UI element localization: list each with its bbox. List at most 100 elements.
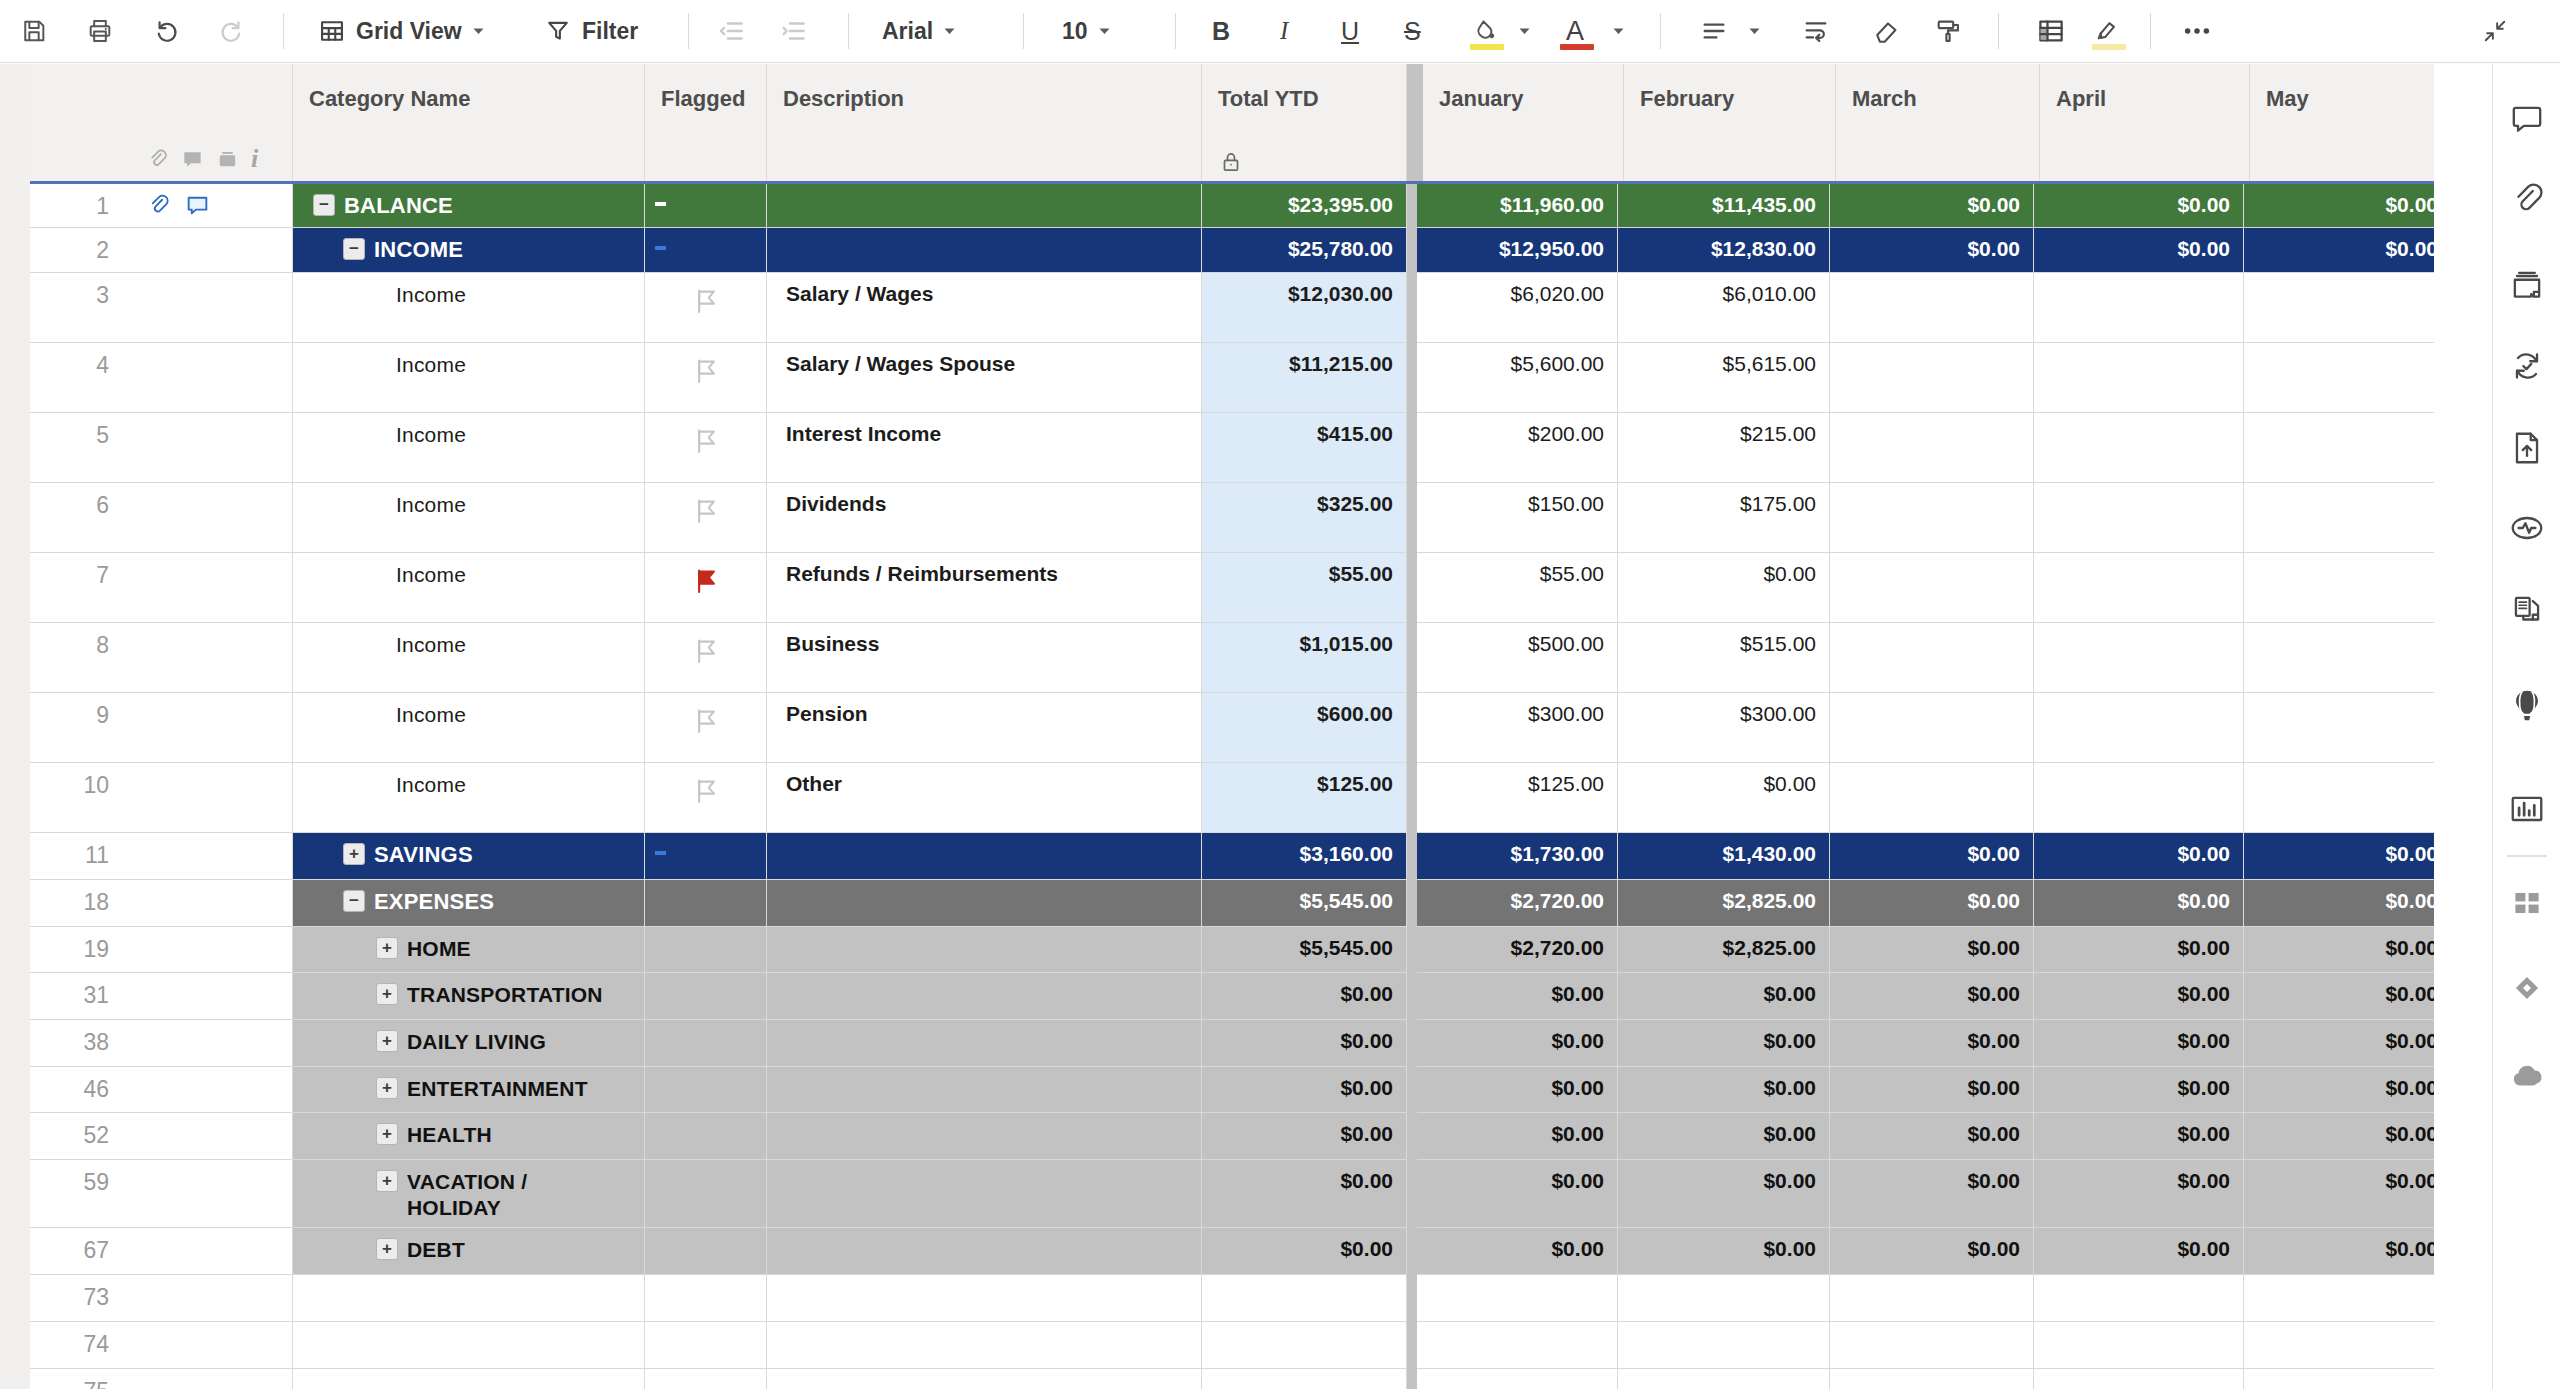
cell-feb[interactable]: $0.00 [1618,1113,1830,1160]
cell-may[interactable]: $0.00 [2244,1160,2434,1228]
cell-total-ytd[interactable]: $5,545.00 [1202,927,1407,973]
cell-apr[interactable] [2034,273,2244,343]
cell-jan[interactable]: $12,950.00 [1417,228,1618,273]
cell-description[interactable] [767,1113,1202,1160]
row-number[interactable]: 18 [0,880,293,927]
cell-total-ytd[interactable]: $0.00 [1202,1113,1407,1160]
cell-flagged[interactable] [645,1020,767,1067]
cell-total-ytd[interactable]: $23,395.00 [1202,184,1407,228]
row-number[interactable]: 1 [0,184,293,228]
row-gutter-header[interactable]: i [0,64,293,181]
cell-apr[interactable] [2034,1322,2244,1369]
cell-flagged[interactable] [645,833,767,880]
clear-format-button[interactable] [1872,0,1900,62]
cell-mar[interactable] [1830,1369,2034,1389]
cell-jan[interactable]: $0.00 [1417,973,1618,1020]
cell-feb[interactable] [1618,1322,1830,1369]
cell-mar[interactable]: $0.00 [1830,927,2034,973]
cell-category[interactable]: Income [293,483,645,553]
cell-category[interactable]: Income [293,273,645,343]
cell-may[interactable]: $0.00 [2244,880,2434,927]
flag-icon-red[interactable] [645,553,766,595]
cell-flagged[interactable] [645,693,767,763]
cell-description[interactable]: Other [767,763,1202,833]
cell-mar[interactable]: $0.00 [1830,1160,2034,1228]
cell-flagged[interactable] [645,483,767,553]
row-number[interactable]: 38 [0,1020,293,1067]
sidebar-whats-new-icon[interactable] [2508,687,2546,725]
cell-may[interactable] [2244,1369,2434,1389]
cell-format-button[interactable] [2036,0,2066,62]
cell-feb[interactable]: $0.00 [1618,763,1830,833]
sidebar-charts-icon[interactable] [2508,791,2546,829]
cell-apr[interactable]: $0.00 [2034,1067,2244,1113]
cell-feb[interactable]: $2,825.00 [1618,927,1830,973]
column-header-ytd[interactable]: Total YTD [1202,64,1407,181]
redo-button[interactable] [218,0,246,62]
cell-category[interactable]: +HOME [293,927,645,973]
cell-mar[interactable] [1830,553,2034,623]
cell-flagged[interactable] [645,1067,767,1113]
cell-apr[interactable] [2034,623,2244,693]
cell-apr[interactable] [2034,693,2244,763]
strikethrough-button[interactable]: S [1404,0,1421,62]
cell-description[interactable] [767,833,1202,880]
cell-jan[interactable]: $2,720.00 [1417,927,1618,973]
cell-jan[interactable]: $1,730.00 [1417,833,1618,880]
sidebar-connectors-icon[interactable] [2508,1059,2546,1097]
more-options-button[interactable] [2182,0,2212,62]
cell-jan[interactable]: $2,720.00 [1417,880,1618,927]
cell-feb[interactable]: $0.00 [1618,1067,1830,1113]
fill-color-caret[interactable] [1518,0,1531,62]
cell-flagged[interactable] [645,228,767,273]
font-size-select[interactable]: 10 [1062,0,1111,62]
cell-feb[interactable] [1618,1369,1830,1389]
column-header-feb[interactable]: February [1624,64,1836,181]
frozen-pane-divider[interactable] [1407,64,1423,181]
cell-mar[interactable] [1830,343,2034,413]
cell-apr[interactable] [2034,1275,2244,1322]
cell-apr[interactable] [2034,1369,2244,1389]
cell-feb[interactable]: $0.00 [1618,973,1830,1020]
cell-description[interactable]: Dividends [767,483,1202,553]
cell-category[interactable]: +DEBT [293,1228,645,1275]
row-number[interactable]: 31 [0,973,293,1020]
row-number[interactable]: 8 [0,623,293,693]
cell-mar[interactable]: $0.00 [1830,1020,2034,1067]
cell-mar[interactable]: $0.00 [1830,184,2034,228]
column-header-description[interactable]: Description [767,64,1202,181]
row-attachment-icon[interactable] [146,193,171,218]
cell-total-ytd[interactable]: $0.00 [1202,973,1407,1020]
cell-mar[interactable] [1830,1322,2034,1369]
cell-category[interactable]: Income [293,413,645,483]
cell-category[interactable]: Income [293,343,645,413]
expand-button[interactable]: + [376,983,398,1005]
cell-category[interactable]: Income [293,763,645,833]
cell-jan[interactable]: $55.00 [1417,553,1618,623]
cell-feb[interactable] [1618,1275,1830,1322]
cell-category[interactable]: +DAILY LIVING [293,1020,645,1067]
column-header-category[interactable]: Category Name [293,64,645,181]
cell-mar[interactable]: $0.00 [1830,1113,2034,1160]
cell-category[interactable]: +SAVINGS [293,833,645,880]
cell-total-ytd[interactable] [1202,1275,1407,1322]
cell-may[interactable] [2244,343,2434,413]
cell-flagged[interactable] [645,973,767,1020]
cell-category[interactable]: −EXPENSES [293,880,645,927]
bold-button[interactable]: B [1212,0,1230,62]
cell-flagged[interactable] [645,1322,767,1369]
expand-button[interactable]: + [376,1238,398,1260]
cell-mar[interactable]: $0.00 [1830,1228,2034,1275]
sidebar-premium-apps-icon[interactable] [2508,969,2546,1007]
column-header-may[interactable]: May [2250,64,2434,181]
cell-flagged[interactable] [645,1369,767,1389]
cell-flagged[interactable] [645,1160,767,1228]
cell-may[interactable]: $0.00 [2244,833,2434,880]
cell-may[interactable] [2244,1322,2434,1369]
cell-description[interactable] [767,927,1202,973]
cell-category[interactable]: +TRANSPORTATION [293,973,645,1020]
row-comment-icon[interactable] [185,193,210,218]
cell-description[interactable] [767,184,1202,228]
sidebar-activity-log-icon[interactable] [2508,509,2546,547]
cell-description[interactable]: Pension [767,693,1202,763]
